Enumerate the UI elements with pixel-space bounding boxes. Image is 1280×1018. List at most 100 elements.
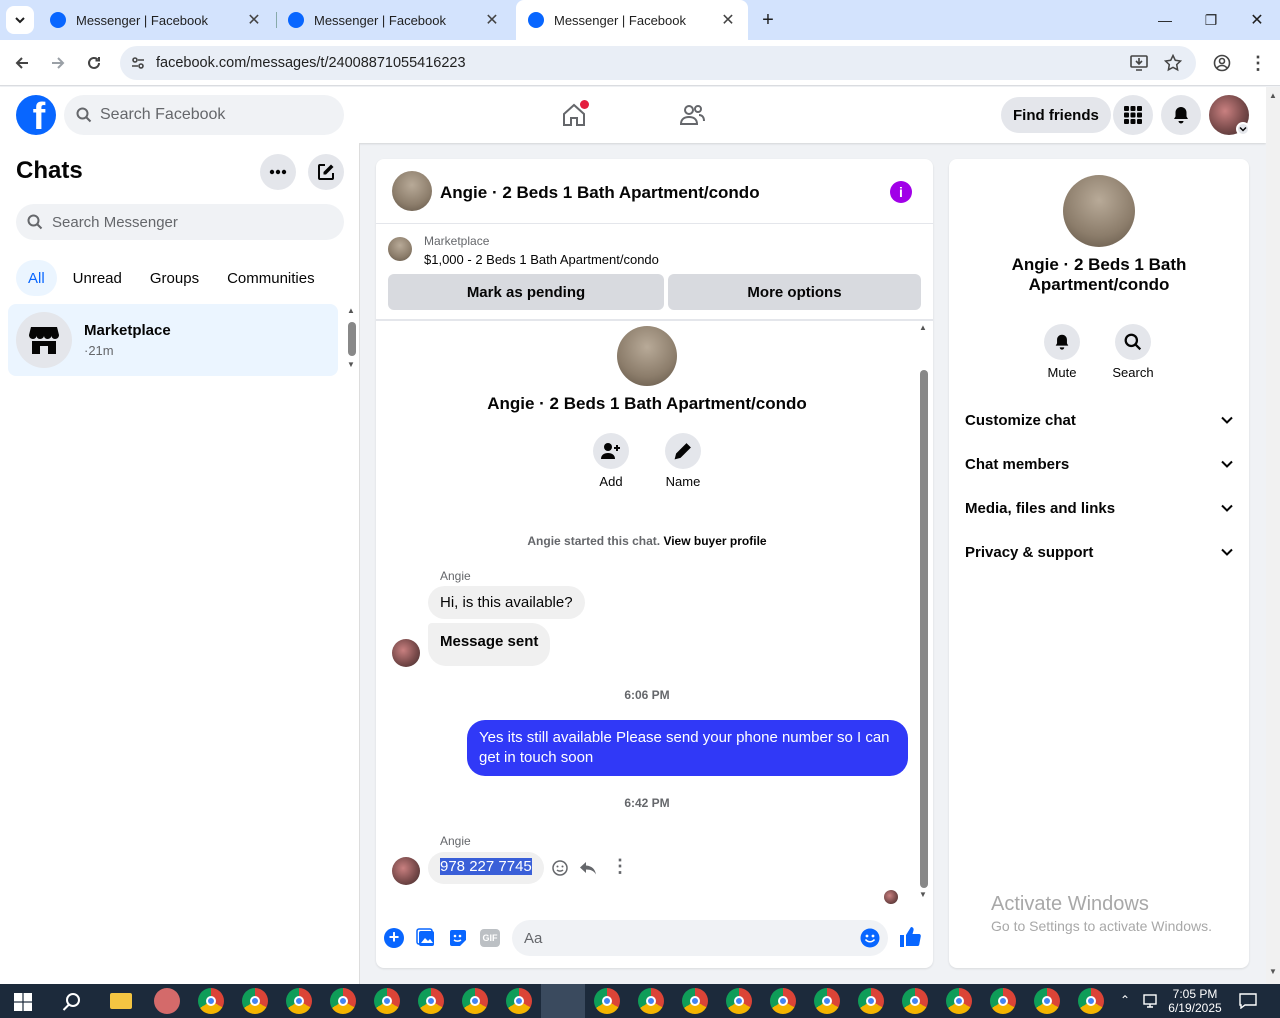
friends-nav-button[interactable] bbox=[678, 101, 706, 129]
chrome-app-icon[interactable] bbox=[198, 988, 224, 1014]
browser-menu-button[interactable]: ⋮ bbox=[1244, 49, 1272, 77]
more-actions-plus-icon[interactable]: + bbox=[384, 928, 404, 948]
my-message-bubble[interactable]: Yes its still available Please send your… bbox=[467, 720, 908, 776]
customize-chat-row[interactable]: Customize chat bbox=[965, 398, 1233, 442]
system-clock[interactable]: 7:05 PM 6/19/2025 bbox=[1160, 987, 1230, 1015]
chrome-app-icon[interactable] bbox=[726, 988, 752, 1014]
sender-avatar[interactable] bbox=[392, 639, 420, 667]
view-buyer-profile-link[interactable]: View buyer profile bbox=[663, 534, 766, 548]
chrome-app-icon[interactable] bbox=[682, 988, 708, 1014]
chrome-app-icon[interactable] bbox=[330, 988, 356, 1014]
chrome-app-icon[interactable] bbox=[946, 988, 972, 1014]
bookmark-star-icon[interactable] bbox=[1164, 54, 1182, 72]
chats-options-button[interactable] bbox=[260, 154, 296, 190]
install-app-icon[interactable] bbox=[1130, 55, 1148, 71]
close-tab-icon[interactable]: ✕ bbox=[246, 10, 262, 30]
chat-list-item-marketplace[interactable]: Marketplace ·21m bbox=[8, 304, 338, 376]
react-emoji-icon[interactable] bbox=[552, 860, 568, 876]
tab-search-button[interactable] bbox=[6, 6, 34, 34]
paint-app-icon[interactable] bbox=[154, 988, 180, 1014]
message-bubble[interactable]: Message sent bbox=[428, 623, 551, 666]
scroll-up-icon[interactable]: ▲ bbox=[919, 323, 927, 332]
listing-thumbnail[interactable] bbox=[388, 237, 412, 261]
profile-avatar[interactable] bbox=[617, 326, 677, 386]
chat-list-scrollbar[interactable]: ▲ ▼ bbox=[346, 304, 358, 374]
menu-grid-button[interactable] bbox=[1113, 95, 1153, 135]
add-people-button[interactable] bbox=[593, 433, 629, 469]
chrome-app-icon[interactable] bbox=[462, 988, 488, 1014]
message-bubble[interactable]: Hi, is this available? bbox=[428, 586, 585, 619]
more-options-button[interactable]: More options bbox=[668, 274, 921, 310]
tray-chevron-up-icon[interactable]: ⌃ bbox=[1120, 993, 1130, 1007]
filter-all[interactable]: All bbox=[16, 260, 57, 296]
reload-button[interactable] bbox=[80, 49, 108, 77]
browser-tab-3-active[interactable]: Messenger | Facebook ✕ bbox=[516, 0, 748, 40]
new-tab-button[interactable]: + bbox=[754, 6, 782, 34]
chrome-app-icon[interactable] bbox=[814, 988, 840, 1014]
back-button[interactable] bbox=[8, 49, 36, 77]
scroll-up-icon[interactable]: ▲ bbox=[347, 306, 355, 315]
media-files-links-row[interactable]: Media, files and links bbox=[965, 486, 1233, 530]
mark-as-pending-button[interactable]: Mark as pending bbox=[388, 274, 664, 310]
notification-center-icon[interactable] bbox=[1239, 993, 1257, 1009]
search-messenger-input[interactable]: Search Messenger bbox=[16, 204, 344, 240]
sticker-icon[interactable] bbox=[448, 928, 468, 948]
conversation-title[interactable]: Angie · 2 Beds 1 Bath Apartment/condo bbox=[440, 183, 760, 203]
filter-unread[interactable]: Unread bbox=[61, 260, 134, 296]
taskbar-search-icon[interactable] bbox=[62, 992, 82, 1012]
chrome-app-icon[interactable] bbox=[858, 988, 884, 1014]
chat-members-row[interactable]: Chat members bbox=[965, 442, 1233, 486]
listing-description[interactable]: $1,000 - 2 Beds 1 Bath Apartment/condo bbox=[424, 252, 659, 267]
filter-groups[interactable]: Groups bbox=[138, 260, 211, 296]
chat-scrollbar[interactable]: ▲ ▼ bbox=[918, 323, 930, 899]
conversation-info-icon[interactable]: i bbox=[890, 181, 912, 203]
chrome-app-icon[interactable] bbox=[594, 988, 620, 1014]
filter-communities[interactable]: Communities bbox=[215, 260, 327, 296]
facebook-logo[interactable]: f bbox=[16, 95, 56, 135]
browser-tab-1[interactable]: Messenger | Facebook ✕ bbox=[38, 0, 274, 40]
account-chevron[interactable] bbox=[1236, 122, 1250, 136]
emoji-icon[interactable] bbox=[860, 928, 880, 948]
privacy-support-row[interactable]: Privacy & support bbox=[965, 530, 1233, 574]
forward-button[interactable] bbox=[44, 49, 72, 77]
chrome-app-icon[interactable] bbox=[418, 988, 444, 1014]
chrome-app-icon[interactable] bbox=[506, 988, 532, 1014]
search-in-conversation-button[interactable] bbox=[1115, 324, 1151, 360]
message-bubble-phone[interactable]: 978 227 7745 bbox=[428, 852, 544, 884]
sender-avatar[interactable] bbox=[392, 857, 420, 885]
restore-button[interactable]: ❐ bbox=[1188, 0, 1234, 40]
chrome-app-icon[interactable] bbox=[990, 988, 1016, 1014]
notifications-button[interactable] bbox=[1161, 95, 1201, 135]
scroll-thumb[interactable] bbox=[920, 370, 928, 888]
thumbs-up-icon[interactable] bbox=[899, 926, 921, 948]
scroll-down-icon[interactable]: ▼ bbox=[347, 360, 355, 369]
scroll-thumb[interactable] bbox=[348, 322, 356, 356]
gif-icon[interactable]: GIF bbox=[480, 929, 500, 947]
profile-button[interactable] bbox=[1208, 49, 1236, 77]
home-nav-button[interactable] bbox=[560, 100, 589, 129]
facebook-search-input[interactable]: Search Facebook bbox=[64, 95, 344, 135]
chrome-app-icon[interactable] bbox=[770, 988, 796, 1014]
file-explorer-icon[interactable] bbox=[110, 993, 132, 1009]
attach-photo-icon[interactable] bbox=[416, 928, 436, 948]
conversation-avatar[interactable] bbox=[392, 171, 432, 211]
find-friends-button[interactable]: Find friends bbox=[1001, 97, 1111, 133]
minimize-button[interactable]: — bbox=[1142, 0, 1188, 40]
chrome-app-icon[interactable] bbox=[902, 988, 928, 1014]
message-more-icon[interactable]: ⋮ bbox=[611, 856, 629, 877]
mute-button[interactable] bbox=[1044, 324, 1080, 360]
network-icon[interactable] bbox=[1143, 994, 1161, 1008]
scroll-down-icon[interactable]: ▼ bbox=[1269, 967, 1277, 976]
chrome-app-icon[interactable] bbox=[638, 988, 664, 1014]
scroll-up-icon[interactable]: ▲ bbox=[1269, 91, 1277, 100]
chrome-app-icon[interactable] bbox=[374, 988, 400, 1014]
browser-tab-2[interactable]: Messenger | Facebook ✕ bbox=[276, 0, 512, 40]
site-settings-icon[interactable] bbox=[130, 55, 146, 71]
address-bar[interactable]: facebook.com/messages/t/2400887105541622… bbox=[120, 46, 1196, 80]
close-tab-icon[interactable]: ✕ bbox=[720, 10, 736, 30]
page-scrollbar[interactable]: ▲ ▼ bbox=[1266, 87, 1280, 984]
chrome-app-icon[interactable] bbox=[242, 988, 268, 1014]
close-tab-icon[interactable]: ✕ bbox=[484, 10, 500, 30]
chrome-app-icon[interactable] bbox=[286, 988, 312, 1014]
chrome-app-icon[interactable] bbox=[1078, 988, 1104, 1014]
